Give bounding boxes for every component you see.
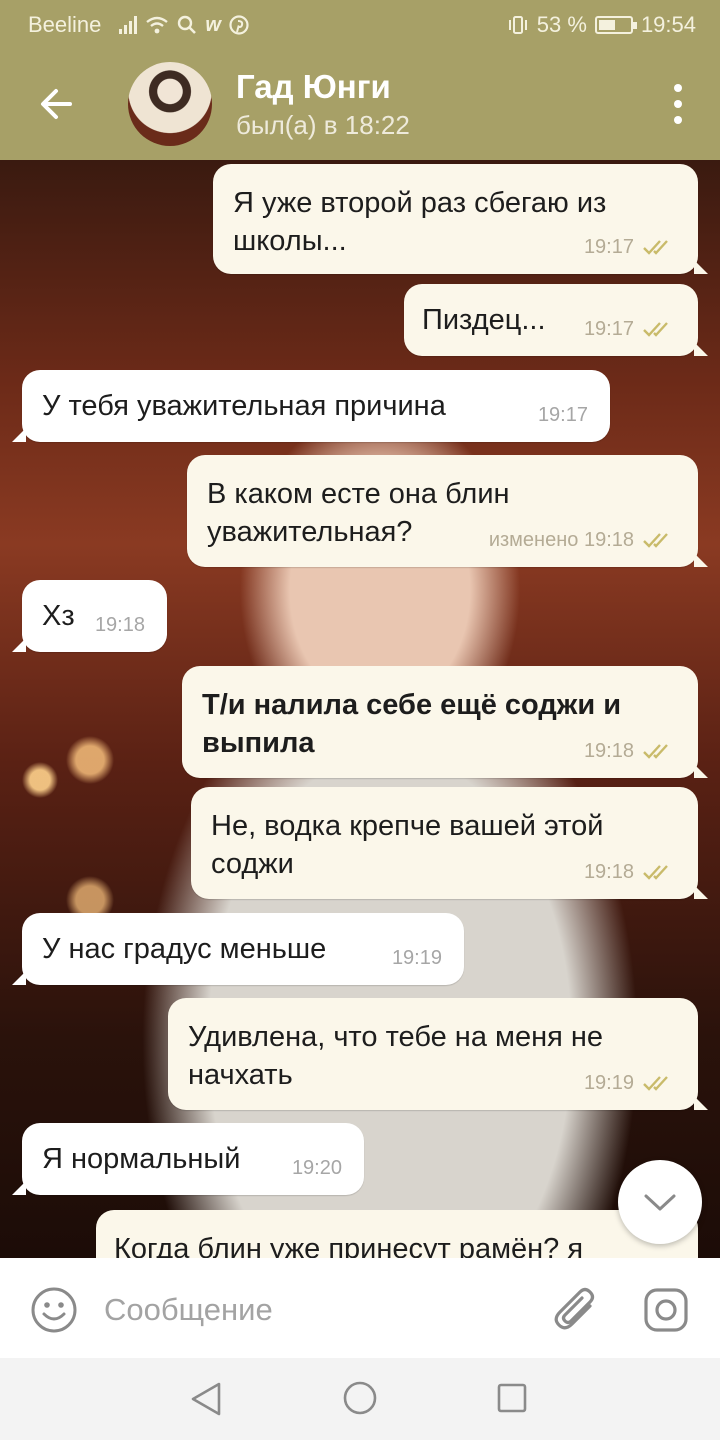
clock: 19:54 <box>640 12 696 37</box>
back-arrow-icon[interactable] <box>30 78 82 130</box>
double-check-icon <box>643 240 668 255</box>
search-icon <box>178 15 197 34</box>
message-text: У тебя уважительная причина <box>42 390 446 422</box>
chat-area[interactable]: Я уже второй раз сбегаю из школы... 19:1… <box>0 160 720 1258</box>
message-time: изменено 19:18 <box>488 529 634 551</box>
message-meta: 19:18 <box>95 606 145 644</box>
message-outgoing[interactable]: Т/и налила себе ещё соджи и выпила 19:18 <box>182 666 708 778</box>
message-outgoing[interactable]: Не, водка крепче вашей этой соджи 19:18 <box>191 787 708 899</box>
message-outgoing[interactable]: Я уже второй раз сбегаю из школы... 19:1… <box>213 164 708 274</box>
message-outgoing[interactable]: Когда блин уже принесут рамён? я <box>96 1210 698 1258</box>
message-time: 19:17 <box>583 236 634 258</box>
status-bar: Beeline w 53 % 19:54 <box>0 0 720 48</box>
battery-percent: 53 % <box>536 12 587 37</box>
nav-back-icon[interactable] <box>188 1380 224 1418</box>
message-meta: 19:18 <box>584 732 676 770</box>
vibrate-icon <box>508 16 527 34</box>
message-time: 19:20 <box>291 1157 342 1179</box>
message-composer <box>0 1258 720 1358</box>
double-check-icon <box>643 744 668 759</box>
paperclip-icon[interactable] <box>552 1284 600 1336</box>
message-meta: 19:17 <box>584 228 676 266</box>
pinterest-icon <box>229 15 249 35</box>
last-seen-status: был(а) в 18:22 <box>236 110 410 140</box>
message-incoming[interactable]: Хз 19:18 <box>12 580 167 652</box>
message-meta: 19:18 <box>584 853 676 891</box>
message-text: Когда блин уже принесут рамён? я <box>114 1233 584 1258</box>
more-menu-icon[interactable] <box>672 84 684 124</box>
nav-recents-icon[interactable] <box>496 1382 528 1414</box>
message-text: У нас градус меньше <box>42 933 327 965</box>
double-check-icon <box>643 1076 668 1091</box>
message-meta: 19:20 <box>292 1149 342 1187</box>
camera-icon[interactable] <box>642 1286 690 1334</box>
nav-home-icon[interactable] <box>342 1380 378 1416</box>
avatar[interactable] <box>128 62 212 146</box>
message-time: 19:19 <box>391 947 442 969</box>
message-incoming[interactable]: У тебя уважительная причина 19:17 <box>12 370 610 442</box>
contact-name[interactable]: Гад Юнги <box>236 68 391 106</box>
message-meta: 19:17 <box>584 310 676 348</box>
system-nav-bar <box>0 1358 720 1440</box>
message-meta: 19:19 <box>584 1064 676 1102</box>
carrier-label: Beeline <box>28 12 102 37</box>
chat-header: Гад Юнги был(а) в 18:22 <box>0 48 720 160</box>
double-check-icon <box>643 533 668 548</box>
message-incoming[interactable]: Я нормальный 19:20 <box>12 1123 364 1195</box>
emoji-icon[interactable] <box>30 1286 78 1334</box>
message-outgoing[interactable]: Пиздец... 19:17 <box>404 284 708 356</box>
w-app-icon: w <box>205 13 221 36</box>
message-meta: изменено 19:18 <box>489 521 676 559</box>
message-time: 19:19 <box>583 1072 634 1094</box>
message-outgoing[interactable]: Удивлена, что тебе на меня не начхать 19… <box>168 998 708 1110</box>
message-time: 19:18 <box>583 861 634 883</box>
message-meta: 19:19 <box>392 939 442 977</box>
message-incoming[interactable]: У нас градус меньше 19:19 <box>12 913 464 985</box>
battery-icon <box>594 16 637 34</box>
message-time: 19:17 <box>537 404 588 426</box>
message-meta: 19:17 <box>538 396 588 434</box>
wifi-icon <box>146 16 169 34</box>
signal-icon <box>119 16 138 34</box>
message-outgoing[interactable]: В каком есте она блин уважительная? изме… <box>187 455 708 567</box>
message-input[interactable] <box>104 1288 524 1332</box>
scroll-down-button[interactable] <box>618 1160 702 1244</box>
chevron-down-icon <box>644 1194 676 1211</box>
message-time: 19:17 <box>583 318 634 340</box>
double-check-icon <box>643 322 668 337</box>
message-time: 19:18 <box>94 614 145 636</box>
double-check-icon <box>643 865 668 880</box>
message-time: 19:18 <box>583 740 634 762</box>
